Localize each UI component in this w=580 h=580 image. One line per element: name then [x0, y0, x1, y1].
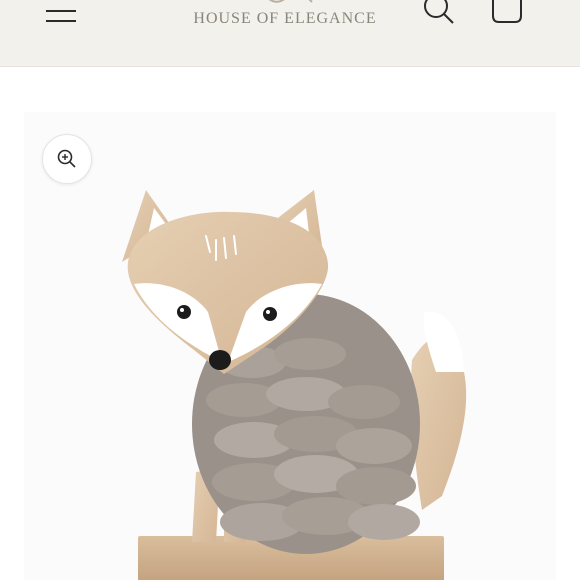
zoom-button[interactable]: [42, 134, 92, 184]
logo-script-mark: [268, 0, 313, 3]
menu-icon-bar: [46, 20, 76, 22]
product-image-fox-figurine: [122, 190, 467, 580]
menu-button[interactable]: [44, 0, 80, 24]
menu-icon-bar: [46, 10, 76, 12]
search-button[interactable]: [420, 0, 456, 26]
zoom-in-icon: [57, 149, 76, 168]
shopping-bag-icon: [492, 0, 522, 23]
product-image-container: [24, 112, 556, 580]
cart-button[interactable]: [488, 0, 526, 26]
search-icon: [424, 0, 454, 24]
store-logo[interactable]: HOUSE OF ELEGANCE: [150, 10, 420, 28]
site-header: HOUSE OF ELEGANCE: [0, 0, 580, 67]
